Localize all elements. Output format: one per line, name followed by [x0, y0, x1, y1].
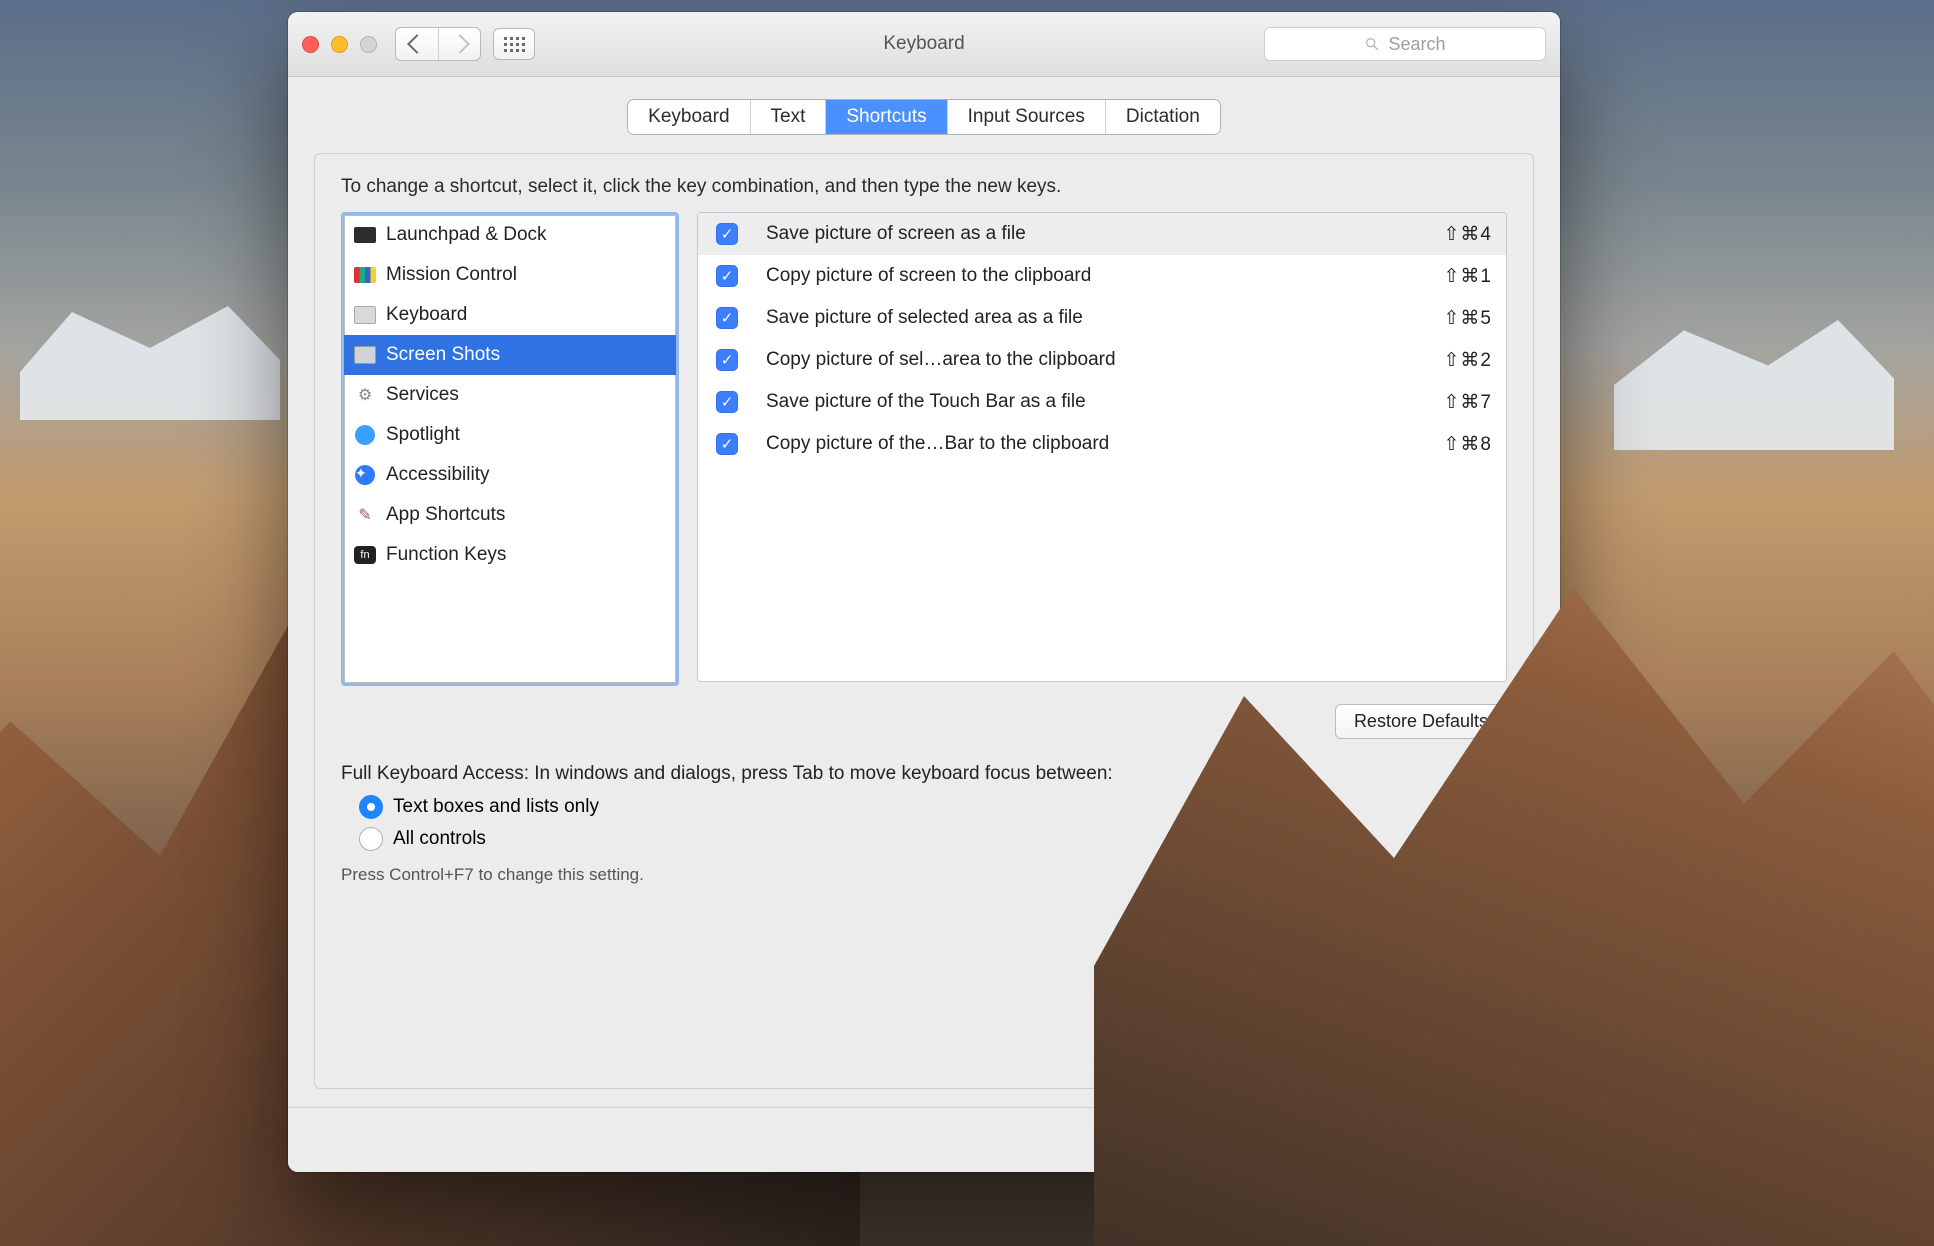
- shortcut-keys[interactable]: ⇧⌘8: [1444, 433, 1493, 456]
- category-label: Accessibility: [386, 464, 489, 486]
- shortcut-row[interactable]: ✓ Save picture of screen as a file⇧⌘4: [698, 213, 1506, 255]
- fka-radio-option[interactable]: All controls: [359, 827, 1507, 851]
- shortcut-label: Save picture of the Touch Bar as a file: [766, 391, 1444, 413]
- category-label: Mission Control: [386, 264, 517, 286]
- radio-button[interactable]: [359, 795, 383, 819]
- window-content: KeyboardTextShortcutsInput SourcesDictat…: [288, 77, 1560, 1107]
- shortcut-checkbox[interactable]: ✓: [716, 265, 738, 287]
- tab-shortcuts[interactable]: Shortcuts: [825, 100, 946, 134]
- category-item-launchpad-dock[interactable]: Launchpad & Dock: [344, 215, 676, 255]
- screenshot-icon: [354, 346, 376, 364]
- shortcut-list[interactable]: ✓ Save picture of screen as a file⇧⌘4 ✓ Cop…: [697, 212, 1507, 682]
- window-footer: Set Up Bluetooth Keyboard… ?: [288, 1107, 1560, 1172]
- category-item-services[interactable]: ⚙︎ Services: [344, 375, 676, 415]
- forward-button: [438, 28, 480, 60]
- app-shortcuts-icon: ✎: [358, 505, 371, 525]
- shortcut-label: Copy picture of the…Bar to the clipboard: [766, 433, 1444, 455]
- preferences-window: Keyboard Search KeyboardTextShortcutsInp…: [288, 12, 1560, 1172]
- shortcut-keys[interactable]: ⇧⌘1: [1444, 265, 1493, 288]
- shortcut-keys[interactable]: ⇧⌘5: [1444, 307, 1493, 330]
- function-keys-icon: fn: [354, 546, 376, 564]
- lists-row: Launchpad & Dock Mission Control Keyboard S…: [341, 212, 1507, 686]
- tab-keyboard[interactable]: Keyboard: [628, 100, 749, 134]
- shortcuts-panel: To change a shortcut, select it, click t…: [314, 153, 1534, 1089]
- shortcut-checkbox[interactable]: ✓: [716, 433, 738, 455]
- search-placeholder: Search: [1388, 34, 1445, 55]
- category-label: Spotlight: [386, 424, 460, 446]
- category-label: Services: [386, 384, 459, 406]
- accessibility-icon: ✦: [355, 465, 375, 485]
- category-label: Keyboard: [386, 304, 467, 326]
- search-icon: [1364, 36, 1380, 52]
- chevron-left-icon: [407, 34, 427, 54]
- shortcut-label: Copy picture of screen to the clipboard: [766, 265, 1444, 287]
- category-item-spotlight[interactable]: Spotlight: [344, 415, 676, 455]
- launchpad-icon: [354, 227, 376, 243]
- background-decor: [20, 300, 280, 420]
- shortcut-row[interactable]: ✓ Copy picture of screen to the clipboard…: [698, 255, 1506, 297]
- gear-icon: ⚙︎: [358, 385, 372, 405]
- shortcut-label: Save picture of screen as a file: [766, 223, 1444, 245]
- tab-dictation[interactable]: Dictation: [1105, 100, 1220, 134]
- category-item-accessibility[interactable]: ✦ Accessibility: [344, 455, 676, 495]
- close-window-button[interactable]: [302, 36, 319, 53]
- shortcut-row[interactable]: ✓ Save picture of selected area as a file…: [698, 297, 1506, 339]
- shortcut-row[interactable]: ✓ Copy picture of sel…area to the clipboa…: [698, 339, 1506, 381]
- radio-button[interactable]: [359, 827, 383, 851]
- shortcut-label: Copy picture of sel…area to the clipboar…: [766, 349, 1444, 371]
- shortcut-keys[interactable]: ⇧⌘4: [1444, 223, 1493, 246]
- tab-input-sources[interactable]: Input Sources: [947, 100, 1105, 134]
- category-label: Function Keys: [386, 544, 506, 566]
- category-item-screen-shots[interactable]: Screen Shots: [344, 335, 676, 375]
- shortcut-checkbox[interactable]: ✓: [716, 307, 738, 329]
- zoom-window-button: [360, 36, 377, 53]
- shortcut-checkbox[interactable]: ✓: [716, 349, 738, 371]
- category-item-app-shortcuts[interactable]: ✎ App Shortcuts: [344, 495, 676, 535]
- back-button[interactable]: [396, 28, 438, 60]
- category-label: Screen Shots: [386, 344, 500, 366]
- tab-bar: KeyboardTextShortcutsInput SourcesDictat…: [627, 99, 1221, 135]
- radio-label: Text boxes and lists only: [393, 796, 599, 818]
- mission-control-icon: [354, 267, 376, 283]
- tab-text[interactable]: Text: [750, 100, 826, 134]
- category-list[interactable]: Launchpad & Dock Mission Control Keyboard S…: [341, 212, 679, 686]
- bluetooth-keyboard-button[interactable]: Set Up Bluetooth Keyboard…: [1218, 1123, 1492, 1158]
- show-all-button[interactable]: [493, 28, 535, 60]
- keyboard-icon: [354, 306, 376, 324]
- desktop-background: Keyboard Search KeyboardTextShortcutsInp…: [0, 0, 1934, 1246]
- shortcut-row[interactable]: ✓ Copy picture of the…Bar to the clipboar…: [698, 423, 1506, 465]
- category-item-function-keys[interactable]: fn Function Keys: [344, 535, 676, 575]
- radio-label: All controls: [393, 828, 486, 850]
- shortcut-label: Save picture of selected area as a file: [766, 307, 1444, 329]
- instruction-text: To change a shortcut, select it, click t…: [341, 176, 1507, 198]
- shortcut-checkbox[interactable]: ✓: [716, 223, 738, 245]
- chevron-right-icon: [450, 34, 470, 54]
- help-button[interactable]: ?: [1508, 1124, 1540, 1156]
- shortcut-keys[interactable]: ⇧⌘2: [1444, 349, 1493, 372]
- category-item-mission-control[interactable]: Mission Control: [344, 255, 676, 295]
- category-item-keyboard[interactable]: Keyboard: [344, 295, 676, 335]
- grid-icon: [504, 37, 525, 52]
- shortcut-row[interactable]: ✓ Save picture of the Touch Bar as a file…: [698, 381, 1506, 423]
- minimize-window-button[interactable]: [331, 36, 348, 53]
- fka-radio-option[interactable]: Text boxes and lists only: [359, 795, 1507, 819]
- search-field[interactable]: Search: [1264, 27, 1546, 61]
- background-decor: [1614, 320, 1894, 450]
- spotlight-icon: [355, 425, 375, 445]
- shortcut-keys[interactable]: ⇧⌘7: [1444, 391, 1493, 414]
- nav-back-forward-segment: [395, 27, 481, 61]
- category-label: App Shortcuts: [386, 504, 505, 526]
- category-label: Launchpad & Dock: [386, 224, 547, 246]
- full-keyboard-access-label: Full Keyboard Access: In windows and dia…: [341, 763, 1507, 785]
- restore-defaults-button[interactable]: Restore Defaults: [1335, 704, 1507, 739]
- window-titlebar[interactable]: Keyboard Search: [288, 12, 1560, 77]
- shortcut-checkbox[interactable]: ✓: [716, 391, 738, 413]
- traffic-lights: [302, 36, 377, 53]
- fka-hint: Press Control+F7 to change this setting.: [341, 865, 1507, 885]
- full-keyboard-access-radios: Text boxes and lists only All controls: [341, 795, 1507, 851]
